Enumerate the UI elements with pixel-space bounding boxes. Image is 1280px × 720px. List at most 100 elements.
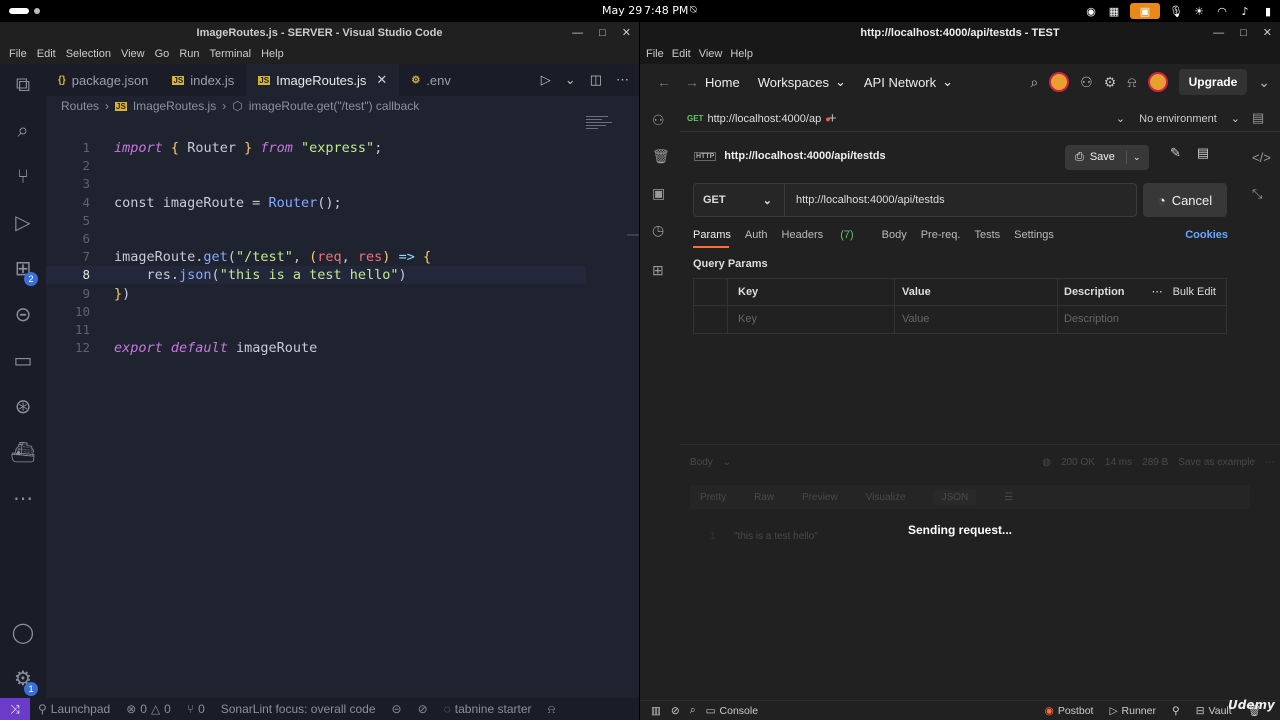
menu-view[interactable]: View (116, 48, 150, 60)
menu-terminal[interactable]: Terminal (205, 48, 257, 60)
workspace-indicator[interactable] (9, 8, 40, 14)
chrome-icon[interactable]: ◉ (1084, 5, 1098, 18)
menu-file[interactable]: File (642, 48, 668, 60)
microphone-icon[interactable]: 🎙 (1169, 5, 1183, 18)
magic-wand-icon[interactable]: ⤡ (1252, 186, 1262, 202)
upgrade-button[interactable]: Upgrade (1178, 69, 1248, 95)
run-file-icon[interactable]: ▷ (541, 72, 551, 88)
menu-edit[interactable]: Edit (668, 48, 695, 60)
status-tabnine[interactable]: ◌ tabnine starter (436, 702, 540, 716)
volume-icon[interactable]: ♪ (1238, 5, 1252, 18)
wifi-icon[interactable]: ◠ (1215, 5, 1229, 18)
environments-icon[interactable]: ▣ (652, 185, 665, 202)
editor-scrollbar[interactable] (627, 234, 639, 236)
brightness-icon[interactable]: ☀ (1192, 5, 1206, 18)
console-button[interactable]: ▭ Console (701, 705, 763, 717)
status-broadcast[interactable]: ⊘ (410, 702, 436, 716)
team-avatar[interactable] (1049, 72, 1070, 92)
remote-explorer-icon[interactable]: ▭ (0, 340, 46, 380)
runner-button[interactable]: ▷ Runner (1104, 705, 1161, 717)
menu-file[interactable]: File (4, 48, 32, 60)
menu-help[interactable]: Help (726, 48, 757, 60)
edit-pencil-icon[interactable]: ✎ (1170, 145, 1181, 161)
environment-selector[interactable]: No environment (1139, 113, 1217, 125)
copilot-icon[interactable]: ⊝ (0, 294, 46, 334)
find-icon[interactable]: ⌕ (685, 704, 701, 717)
cancel-button[interactable]: ◔ Cancel (1143, 183, 1227, 217)
configure-workspace-icon[interactable]: ⊞ (652, 262, 664, 279)
value-input[interactable]: Value (895, 306, 1058, 333)
method-select[interactable]: GET ⌄ (694, 184, 785, 216)
breadcrumb-folder[interactable]: Routes (61, 99, 99, 113)
search-icon[interactable]: ⌕ (0, 110, 46, 150)
postbot-button[interactable]: ◉ Postbot (1040, 705, 1099, 717)
system-tray[interactable]: ◉ ▦ ▣ 🎙 ☀ ◠ ♪ ▮ (1084, 3, 1275, 19)
tab-env[interactable]: ⚙ .env (399, 64, 463, 96)
menu-go[interactable]: Go (150, 48, 175, 60)
url-input[interactable]: http://localhost:4000/api/testds (785, 194, 945, 206)
account-icon[interactable]: ◯ (0, 612, 46, 652)
minimize-icon[interactable]: — (1213, 22, 1224, 44)
battery-icon[interactable]: ▮ (1261, 5, 1275, 18)
status-ports[interactable]: ⑂ 0 (179, 702, 213, 716)
source-control-icon[interactable]: ⑂ (0, 156, 46, 196)
invite-user-icon[interactable]: ⚇ (1080, 74, 1093, 91)
tab-imageroutes-js[interactable]: JS ImageRoutes.js ✕ (246, 64, 400, 96)
description-input[interactable]: Description (1058, 306, 1226, 333)
save-button[interactable]: ⎙ Save ⌄ (1065, 145, 1149, 170)
nav-workspaces[interactable]: Workspaces ⌄ (749, 74, 855, 90)
explorer-icon[interactable]: ⧉ (0, 64, 46, 104)
remote-indicator-icon[interactable]: ⤨ (0, 698, 30, 720)
code-editor[interactable]: 1 import { Router } from "express"; 2 3 4… (46, 116, 639, 698)
chevron-down-icon[interactable]: ⌄ (1116, 112, 1125, 125)
extensions-icon[interactable]: ⊞ 2 (0, 248, 46, 288)
minimap[interactable] (586, 116, 626, 136)
bulk-edit-link[interactable]: Bulk Edit (1173, 279, 1216, 306)
history-icon[interactable]: ◷ (652, 222, 664, 239)
tab-package-json[interactable]: {} package.json (46, 64, 160, 96)
request-name[interactable]: http://localhost:4000/api/testds (724, 150, 885, 162)
maximize-icon[interactable]: □ (1240, 22, 1247, 44)
menu-run[interactable]: Run (174, 48, 204, 60)
comments-icon[interactable]: ▤ (1197, 145, 1209, 161)
tab-index-js[interactable]: JS index.js (160, 64, 246, 96)
request-tab[interactable]: GET http://localhost:4000/ap ● (680, 113, 831, 125)
status-sonarlint[interactable]: SonarLint focus: overall code (213, 702, 384, 716)
cookies-link[interactable]: Cookies (1185, 229, 1228, 241)
environment-quicklook-icon[interactable]: ▤ (1252, 110, 1264, 126)
run-debug-icon[interactable]: ▷ (0, 202, 46, 242)
settings-gear-icon[interactable]: ⚙ (1104, 74, 1117, 91)
tab-prereq[interactable]: Pre-req. (921, 229, 961, 241)
trash-icon[interactable]: 🗑 (652, 148, 670, 165)
nav-api-network[interactable]: API Network ⌄ (855, 74, 962, 90)
tab-body[interactable]: Body (882, 229, 907, 241)
docker-icon[interactable]: ⛴ (0, 432, 46, 472)
breadcrumb-symbol[interactable]: imageRoute.get("/test") callback (249, 99, 420, 113)
tab-auth[interactable]: Auth (745, 229, 768, 241)
maximize-icon[interactable]: □ (599, 22, 606, 44)
grid-icon[interactable]: ▦ (1107, 5, 1121, 18)
chevron-down-icon[interactable]: ⌄ (1258, 74, 1270, 91)
proxy-icon[interactable]: ⚲ (1167, 705, 1185, 717)
gitlens-icon[interactable]: ⊛ (0, 386, 46, 426)
split-editor-icon[interactable]: ◫ (590, 72, 602, 88)
sidebar-toggle-icon[interactable]: ▥ (646, 705, 666, 717)
key-input[interactable]: Key (728, 306, 895, 333)
breadcrumb-file[interactable]: ImageRoutes.js (133, 99, 216, 113)
status-copilot[interactable]: ⊝ (384, 702, 410, 716)
close-icon[interactable]: ✕ (622, 22, 631, 44)
tab-close-icon[interactable]: ✕ (376, 72, 387, 88)
search-icon[interactable]: ⌕ (1030, 74, 1038, 91)
menu-edit[interactable]: Edit (32, 48, 61, 60)
new-tab-plus-icon[interactable]: + (828, 110, 837, 127)
status-problems[interactable]: ⊗ 0 △ 0 (118, 702, 179, 716)
menu-help[interactable]: Help (256, 48, 289, 60)
status-launchpad[interactable]: ⚲ Launchpad (30, 702, 118, 716)
chevron-down-icon[interactable]: ⌄ (565, 72, 576, 88)
clock-date[interactable]: May 29 (602, 4, 642, 17)
back-arrow-icon[interactable]: ← (657, 74, 671, 90)
code-snippet-icon[interactable]: </> (1252, 150, 1271, 165)
tab-tests[interactable]: Tests (974, 229, 1000, 241)
more-actions-icon[interactable]: ⋯ (616, 72, 629, 88)
user-avatar[interactable] (1147, 72, 1168, 92)
